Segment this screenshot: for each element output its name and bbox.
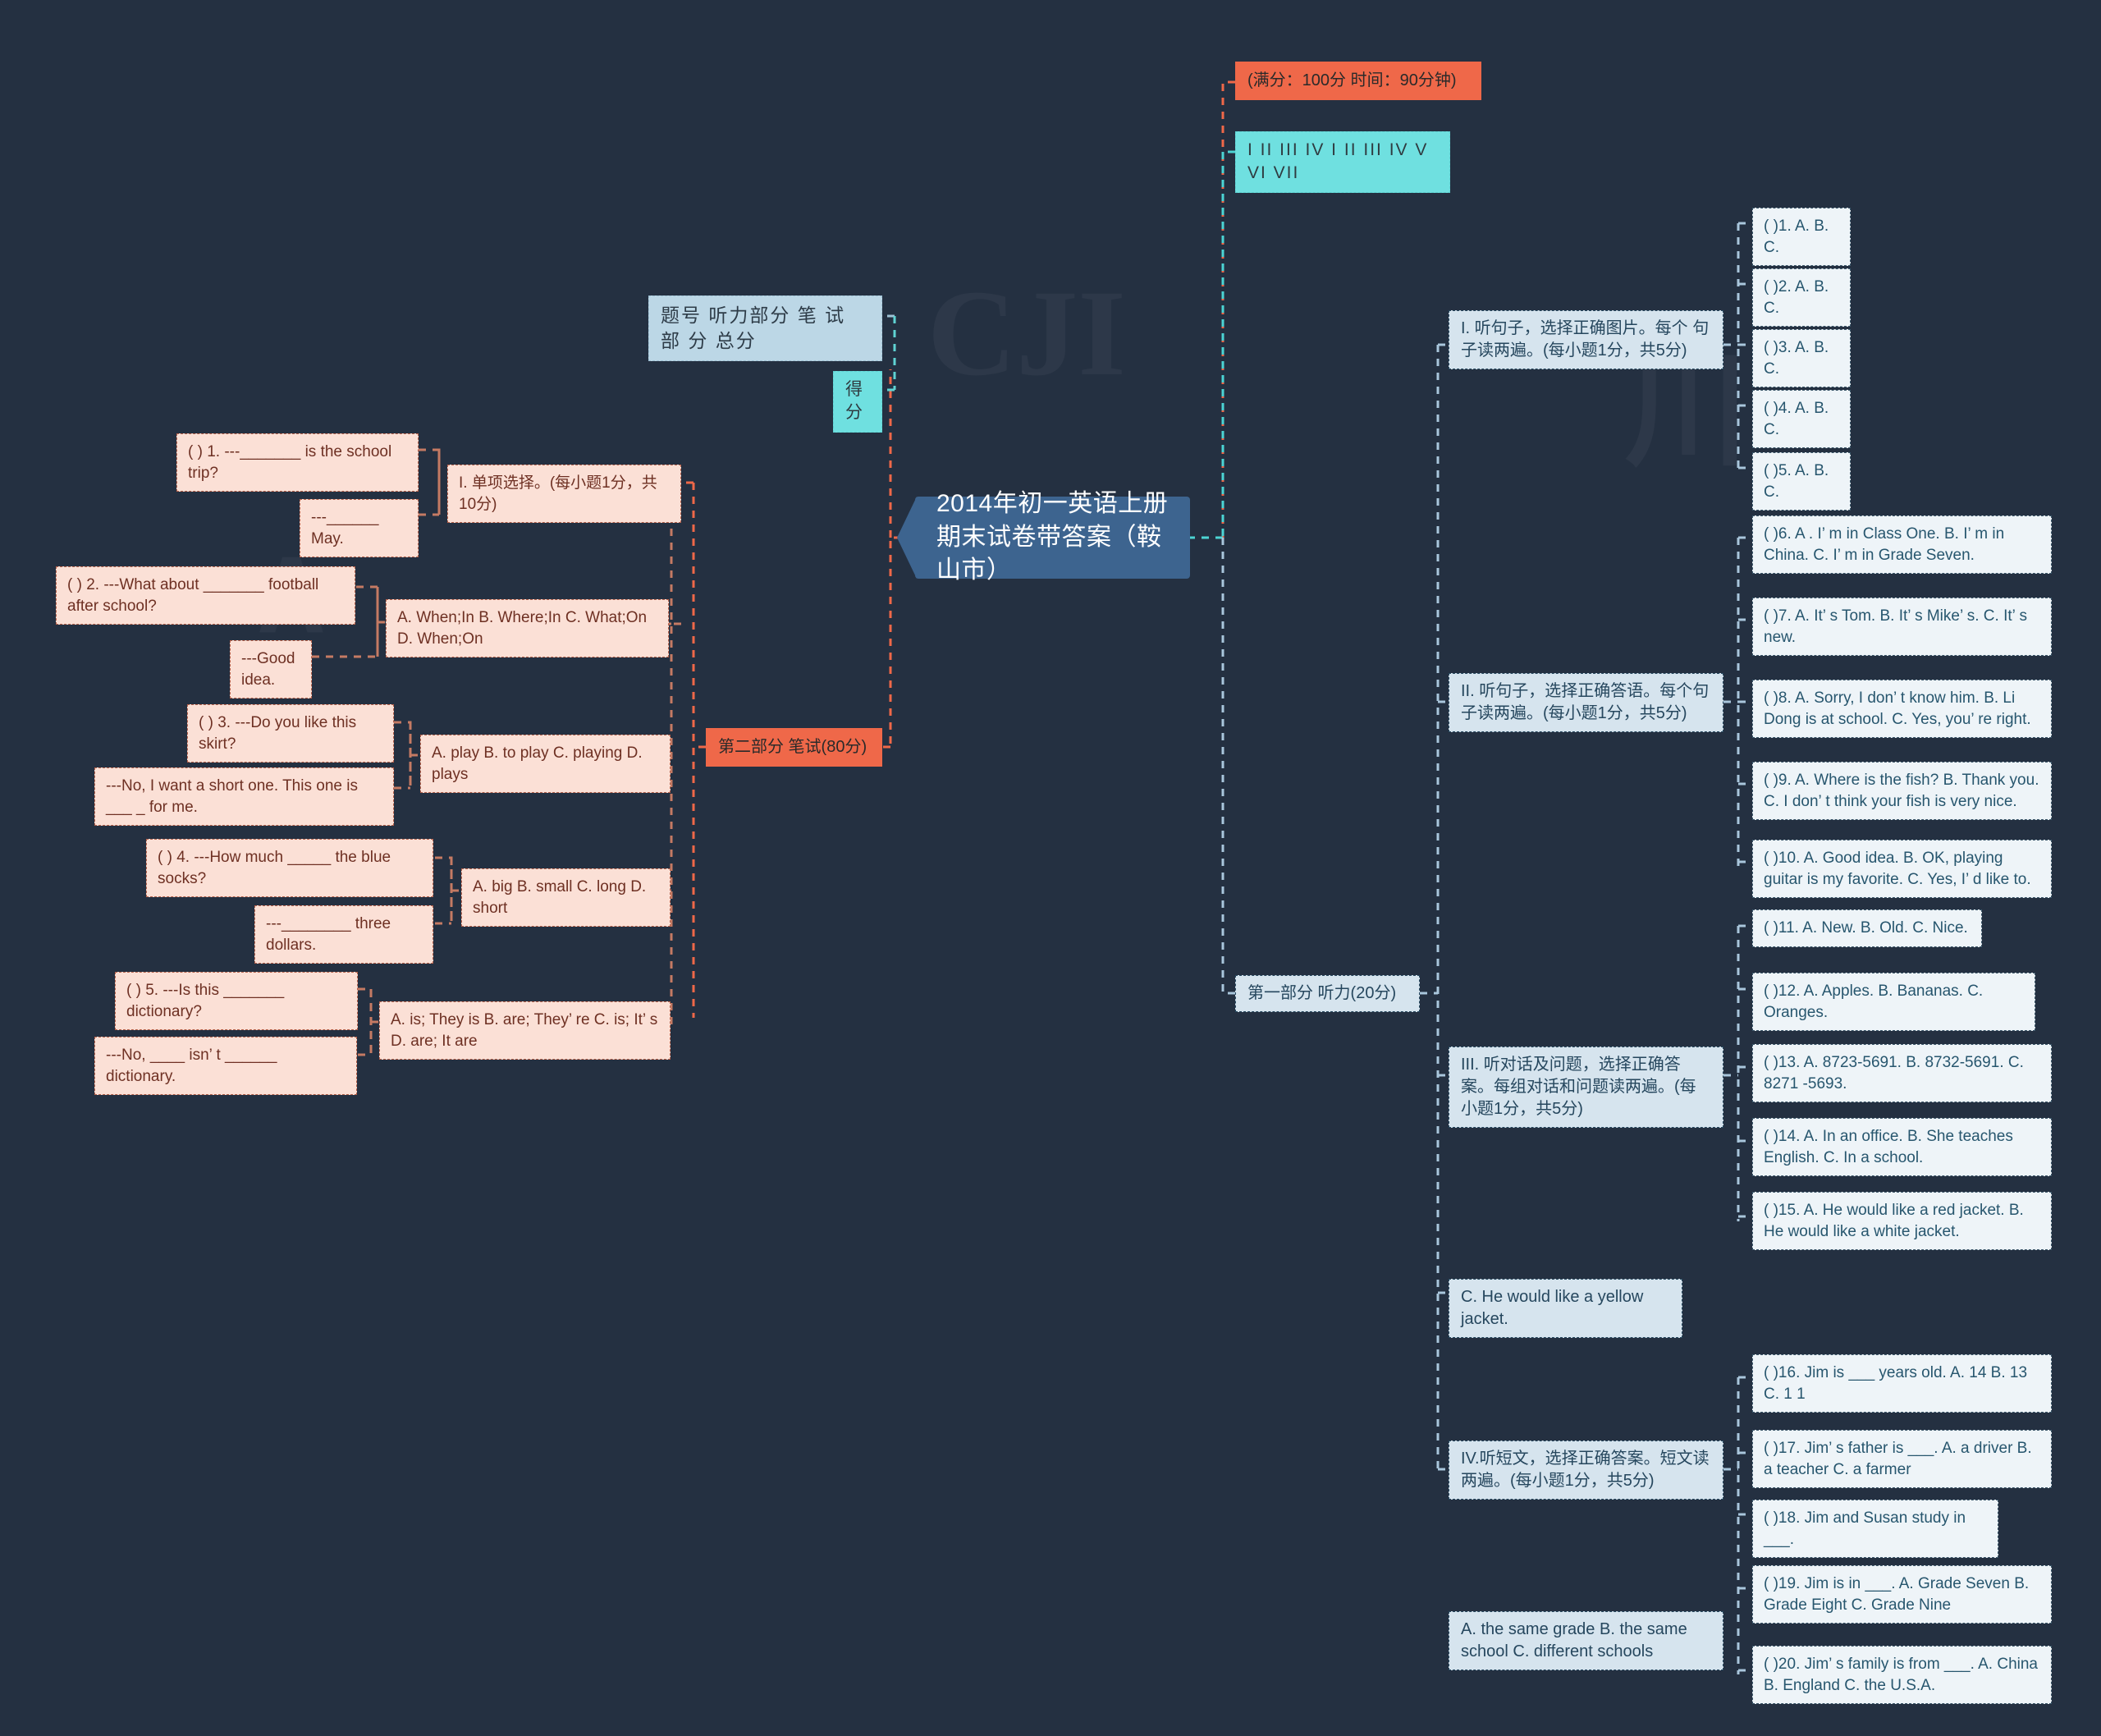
- listening-item-13-label: ( )13. A. 8723-5691. B. 8732-5691. C. 82…: [1764, 1054, 2029, 1092]
- listening-item-14[interactable]: ( )14. A. In an office. B. She teaches E…: [1752, 1118, 2052, 1177]
- written-q3-choices-label: A. big B. small C. long D. short: [473, 878, 651, 917]
- listening-item-17-label: ( )17. Jim’ s father is ___. A. a driver…: [1764, 1440, 2036, 1478]
- written-q2-reply-label: ---Good idea.: [241, 650, 300, 689]
- listening-item-14-label: ( )14. A. In an office. B. She teaches E…: [1764, 1128, 2018, 1166]
- written-q2-choices[interactable]: A. play B. to play C. playing D. plays: [420, 735, 671, 794]
- listening-item-16[interactable]: ( )16. Jim is ___ years old. A. 14 B. 13…: [1752, 1354, 2052, 1413]
- written-q3-reply[interactable]: ---No, I want a short one. This one is _…: [94, 767, 394, 827]
- listening-item-4-label: ( )4. A. B. C.: [1764, 400, 1833, 438]
- listening-item-20-label: ( )20. Jim’ s family is from ___. A. Chi…: [1764, 1656, 2043, 1694]
- watermark: CJI: [927, 263, 1126, 404]
- part-one-label: 第一部分 听力(20分): [1247, 984, 1397, 1002]
- listening-item-17[interactable]: ( )17. Jim’ s father is ___. A. a driver…: [1752, 1430, 2052, 1489]
- listening-item-8-label: ( )8. A. Sorry, I don’ t know him. B. Li…: [1764, 689, 2031, 728]
- listening-section-1[interactable]: I. 听句子，选择正确图片。每个 句子读两遍。(每小题1分，共5分): [1449, 310, 1723, 369]
- listening-item-10-label: ( )10. A. Good idea. B. OK, playing guit…: [1764, 850, 2031, 888]
- listening-item-19[interactable]: ( )19. Jim is in ___. A. Grade Seven B. …: [1752, 1565, 2052, 1624]
- listening-item-5-label: ( )5. A. B. C.: [1764, 462, 1833, 501]
- written-q2-reply[interactable]: ---Good idea.: [230, 640, 312, 699]
- written-section-node[interactable]: I. 单项选择。(每小题1分，共10分): [447, 465, 681, 524]
- written-q1-reply-label: ---______ May.: [311, 509, 383, 547]
- written-q2-choices-label: A. play B. to play C. playing D. plays: [432, 744, 647, 783]
- listening-section-4-trailing-label: A. the same grade B. the same school C. …: [1461, 1620, 1692, 1660]
- table-score-label: 得分: [845, 380, 863, 423]
- written-q4-reply-label: ---________ three dollars.: [266, 915, 396, 954]
- listening-item-12[interactable]: ( )12. A. Apples. B. Bananas. C. Oranges…: [1752, 973, 2035, 1032]
- listening-item-18[interactable]: ( )18. Jim and Susan study in ___.: [1752, 1500, 1998, 1559]
- listening-item-20[interactable]: ( )20. Jim’ s family is from ___. A. Chi…: [1752, 1646, 2052, 1705]
- table-header-node[interactable]: 题号 听力部分 笔 试 部 分 总分: [648, 295, 882, 362]
- listening-item-11-label: ( )11. A. New. B. Old. C. Nice.: [1764, 919, 1968, 937]
- roman-row-label: I II III IV I II III IV V VI VII: [1247, 140, 1435, 183]
- listening-item-4[interactable]: ( )4. A. B. C.: [1752, 390, 1851, 449]
- listening-item-15-label: ( )15. A. He would like a red jacket. B.…: [1764, 1202, 2029, 1240]
- written-q1-stem-label: ( ) 1. ---_______ is the school trip?: [188, 443, 396, 482]
- listening-item-18-label: ( )18. Jim and Susan study in ___.: [1764, 1509, 1971, 1548]
- roman-row-node[interactable]: I II III IV I II III IV V VI VII: [1235, 131, 1450, 193]
- listening-item-1-label: ( )1. A. B. C.: [1764, 218, 1833, 256]
- listening-item-5[interactable]: ( )5. A. B. C.: [1752, 452, 1851, 511]
- listening-item-16-label: ( )16. Jim is ___ years old. A. 14 B. 13…: [1764, 1364, 2032, 1403]
- part-two-label: 第二部分 笔试(80分): [718, 738, 867, 756]
- written-q1-stem[interactable]: ( ) 1. ---_______ is the school trip?: [176, 433, 419, 492]
- listening-section-2[interactable]: II. 听句子，选择正确答语。每个句子读两遍。(每小题1分，共5分): [1449, 673, 1723, 732]
- listening-section-1-label: I. 听句子，选择正确图片。每个 句子读两遍。(每小题1分，共5分): [1461, 319, 1710, 360]
- written-q4-stem-label: ( ) 4. ---How much _____ the blue socks?: [158, 849, 396, 887]
- listening-item-2[interactable]: ( )2. A. B. C.: [1752, 268, 1851, 328]
- listening-section-3-trailing-label: C. He would like a yellow jacket.: [1461, 1288, 1648, 1328]
- root-title: 2014年初一英语上册期末试卷带答案（鞍山市）: [936, 490, 1169, 584]
- listening-item-8[interactable]: ( )8. A. Sorry, I don’ t know him. B. Li…: [1752, 680, 2052, 739]
- written-q1-choices-label: A. When;In B. Where;In C. What;On D. Whe…: [397, 609, 652, 648]
- listening-section-4-label: IV.听短文，选择正确答案。短文读两遍。(每小题1分，共5分): [1461, 1450, 1710, 1490]
- written-q5-reply-label: ---No, ____ isn’ t ______ dictionary.: [106, 1047, 282, 1085]
- listening-item-3[interactable]: ( )3. A. B. C.: [1752, 329, 1851, 388]
- written-q3-stem-label: ( ) 3. ---Do you like this skirt?: [199, 714, 361, 753]
- written-q2-stem-label: ( ) 2. ---What about _______ football af…: [67, 576, 323, 615]
- written-q3-choices[interactable]: A. big B. small C. long D. short: [461, 868, 671, 928]
- listening-item-3-label: ( )3. A. B. C.: [1764, 339, 1833, 378]
- listening-item-6[interactable]: ( )6. A . I’ m in Class One. B. I’ m in …: [1752, 515, 2052, 575]
- written-q4-reply[interactable]: ---________ three dollars.: [254, 905, 433, 964]
- listening-item-7[interactable]: ( )7. A. It’ s Tom. B. It’ s Mike’ s. C.…: [1752, 598, 2052, 657]
- written-q3-reply-label: ---No, I want a short one. This one is _…: [106, 777, 363, 816]
- listening-section-3-trailing[interactable]: C. He would like a yellow jacket.: [1449, 1279, 1682, 1338]
- listening-section-3[interactable]: III. 听对话及问题，选择正确答案。每组对话和问题读两遍。(每小题1分，共5分…: [1449, 1047, 1723, 1128]
- listening-item-9[interactable]: ( )9. A. Where is the fish? B. Thank you…: [1752, 762, 2052, 821]
- listening-item-13[interactable]: ( )13. A. 8723-5691. B. 8732-5691. C. 82…: [1752, 1044, 2052, 1103]
- listening-item-9-label: ( )9. A. Where is the fish? B. Thank you…: [1764, 772, 2044, 810]
- table-score-node[interactable]: 得分: [833, 371, 882, 433]
- listening-item-10[interactable]: ( )10. A. Good idea. B. OK, playing guit…: [1752, 840, 2052, 899]
- listening-item-11[interactable]: ( )11. A. New. B. Old. C. Nice.: [1752, 909, 1982, 947]
- mindmap-canvas: ∧ CJI 川: [0, 0, 2101, 1736]
- listening-item-1[interactable]: ( )1. A. B. C.: [1752, 208, 1851, 267]
- table-header-label: 题号 听力部分 笔 试 部 分 总分: [661, 305, 853, 352]
- written-q5-choices-label: A. is; They is B. are; They’ re C. is; I…: [391, 1011, 662, 1050]
- written-q3-stem[interactable]: ( ) 3. ---Do you like this skirt?: [187, 704, 394, 763]
- score-time-label: (满分：100分 时间：90分钟): [1247, 71, 1457, 89]
- listening-section-2-label: II. 听句子，选择正确答语。每个句子读两遍。(每小题1分，共5分): [1461, 682, 1710, 722]
- written-q5-stem-label: ( ) 5. ---Is this _______ dictionary?: [126, 982, 289, 1020]
- listening-section-4-trailing[interactable]: A. the same grade B. the same school C. …: [1449, 1611, 1723, 1670]
- score-time-node[interactable]: (满分：100分 时间：90分钟): [1235, 62, 1481, 100]
- listening-item-2-label: ( )2. A. B. C.: [1764, 278, 1833, 317]
- written-q1-reply[interactable]: ---______ May.: [300, 499, 419, 558]
- listening-section-4[interactable]: IV.听短文，选择正确答案。短文读两遍。(每小题1分，共5分): [1449, 1441, 1723, 1500]
- written-section-label: I. 单项选择。(每小题1分，共10分): [459, 474, 657, 513]
- root-node[interactable]: 2014年初一英语上册期末试卷带答案（鞍山市）: [915, 490, 1190, 584]
- part-two-node[interactable]: 第二部分 笔试(80分): [706, 728, 882, 767]
- written-q5-choices[interactable]: A. is; They is B. are; They’ re C. is; I…: [379, 1001, 671, 1060]
- part-one-node[interactable]: 第一部分 听力(20分): [1235, 975, 1420, 1012]
- written-q5-reply[interactable]: ---No, ____ isn’ t ______ dictionary.: [94, 1037, 357, 1096]
- written-q4-stem[interactable]: ( ) 4. ---How much _____ the blue socks?: [146, 839, 433, 898]
- written-q5-stem[interactable]: ( ) 5. ---Is this _______ dictionary?: [115, 972, 358, 1031]
- listening-item-7-label: ( )7. A. It’ s Tom. B. It’ s Mike’ s. C.…: [1764, 607, 2032, 646]
- written-q2-stem[interactable]: ( ) 2. ---What about _______ football af…: [56, 566, 355, 625]
- listening-item-12-label: ( )12. A. Apples. B. Bananas. C. Oranges…: [1764, 983, 1988, 1021]
- listening-section-3-label: III. 听对话及问题，选择正确答案。每组对话和问题读两遍。(每小题1分，共5分…: [1461, 1056, 1696, 1118]
- listening-item-19-label: ( )19. Jim is in ___. A. Grade Seven B. …: [1764, 1575, 2034, 1614]
- listening-item-6-label: ( )6. A . I’ m in Class One. B. I’ m in …: [1764, 525, 2009, 564]
- listening-item-15[interactable]: ( )15. A. He would like a red jacket. B.…: [1752, 1192, 2052, 1251]
- written-q1-choices[interactable]: A. When;In B. Where;In C. What;On D. Whe…: [386, 599, 669, 658]
